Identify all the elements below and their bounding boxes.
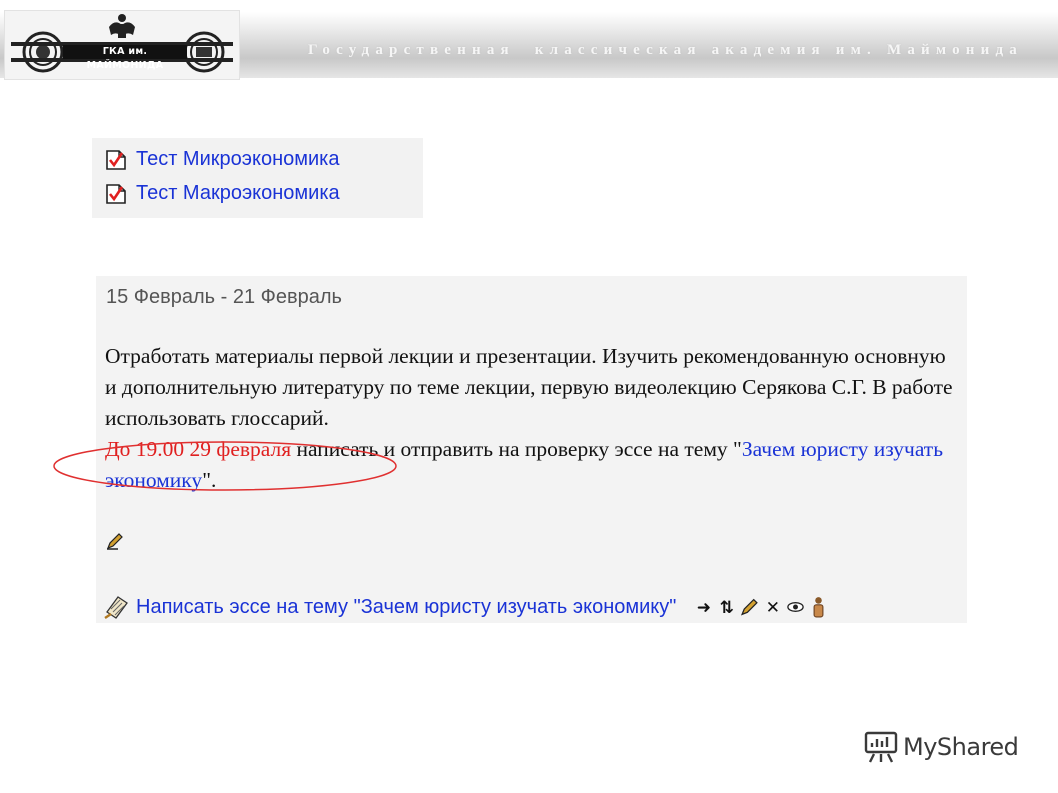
- topic-date-range: 15 Февраль - 21 Февраль: [106, 286, 342, 308]
- quiz-checkbox-icon: [106, 184, 126, 204]
- arrow-right-icon[interactable]: ➜: [694, 596, 713, 618]
- watermark-text: MyShared: [903, 733, 1019, 761]
- tests-block: Тест Микроэкономика Тест Макроэкономика: [92, 138, 423, 218]
- logo-label: ГКА им. МАЙМОНИДА: [63, 45, 187, 71]
- test-link-microeconomics[interactable]: Тест Микроэкономика: [104, 144, 339, 174]
- annotation-oval: [53, 441, 397, 491]
- test-link-macroeconomics[interactable]: Тест Макроэкономика: [104, 178, 340, 208]
- editing-toolbar: ➜ ⇅ ✕: [694, 596, 832, 618]
- move-updown-icon[interactable]: ⇅: [717, 596, 736, 618]
- myshared-watermark: MyShared: [864, 731, 1019, 763]
- role-icon[interactable]: [809, 596, 828, 618]
- assignment-link[interactable]: Написать эссе на тему "Зачем юристу изуч…: [136, 596, 676, 619]
- test-label: Тест Макроэкономика: [136, 181, 340, 204]
- eye-icon[interactable]: [786, 596, 805, 618]
- edit-pencil-icon[interactable]: [106, 532, 124, 550]
- assignment-icon: [104, 596, 128, 619]
- edit-icon[interactable]: [740, 596, 759, 618]
- academy-logo: ГКА им. МАЙМОНИДА: [4, 10, 240, 80]
- topic-section: 15 Февраль - 21 Февраль Отработать матер…: [53, 276, 967, 623]
- presentation-board-icon: [864, 731, 898, 763]
- quiz-checkbox-icon: [106, 150, 126, 170]
- test-label: Тест Микроэкономика: [136, 147, 340, 170]
- topic-body-text: Отработать материалы первой лекции и пре…: [105, 344, 953, 430]
- assignment-row: Написать эссе на тему "Зачем юристу изуч…: [104, 592, 832, 622]
- delete-icon[interactable]: ✕: [763, 596, 782, 618]
- academy-title: Государственная классическая академия им…: [308, 42, 1023, 58]
